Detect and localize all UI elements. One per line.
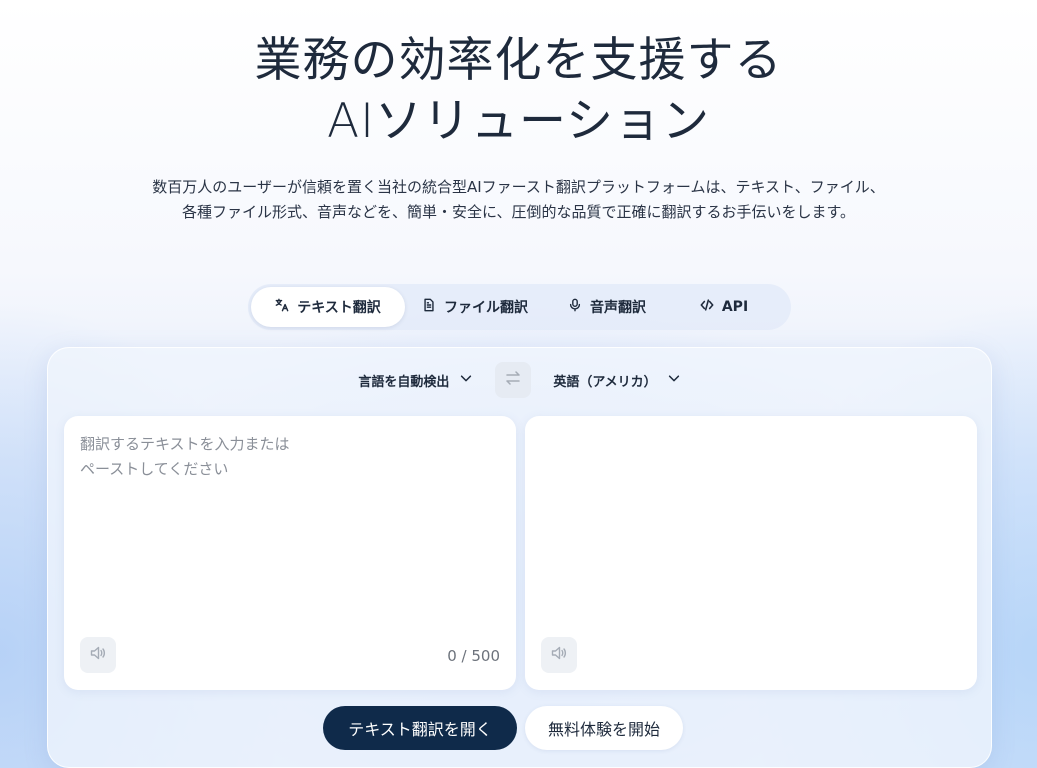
chevron-down-icon — [667, 371, 681, 389]
target-text-box — [525, 416, 977, 690]
hero-title-line2: AIソリューション — [326, 94, 711, 149]
hero-title: 業務の効率化を支援する AIソリューション — [0, 30, 1037, 152]
tab-file-translation[interactable]: ファイル翻訳 — [405, 287, 545, 327]
tab-api-label: API — [721, 299, 749, 315]
hero-title-line1: 業務の効率化を支援する — [254, 33, 783, 88]
target-language-select[interactable]: 英語（アメリカ） — [541, 362, 692, 398]
source-language-select[interactable]: 言語を自動検出 — [346, 362, 485, 398]
character-counter: 0 / 500 — [447, 647, 500, 665]
source-text-box: 0 / 500 — [64, 416, 516, 690]
source-text-input[interactable] — [80, 432, 500, 632]
chevron-down-icon — [459, 371, 473, 389]
tab-file-translation-label: ファイル翻訳 — [444, 300, 528, 316]
hero-description-line2: 各種ファイル形式、音声などを、簡単・安全に、圧倒的な品質で正確に翻訳するお手伝い… — [181, 203, 856, 221]
language-bar: 言語を自動検出 英語（アメリカ） — [48, 362, 991, 398]
translator-panel: 言語を自動検出 英語（アメリカ） 翻訳するテキストを入力または ペーストしてくだ… — [47, 347, 992, 768]
hero-description: 数百万人のユーザーが信頼を置く当社の統合型AIファースト翻訳プラットフォームは、… — [0, 175, 1037, 225]
speaker-icon — [89, 644, 107, 666]
swap-arrows-icon — [504, 369, 522, 391]
tab-voice-translation[interactable]: 音声翻訳 — [545, 287, 669, 327]
tab-text-translation-label: テキスト翻訳 — [297, 300, 381, 316]
translation-mode-tabs: テキスト翻訳 ファイル翻訳 音声翻訳 API — [248, 284, 791, 330]
target-language-label: 英語（アメリカ） — [553, 374, 657, 390]
hero-description-line1: 数百万人のユーザーが信頼を置く当社の統合型AIファースト翻訳プラットフォームは、… — [152, 178, 885, 196]
tab-api[interactable]: API — [669, 287, 779, 327]
tab-voice-translation-label: 音声翻訳 — [590, 300, 646, 316]
source-speak-button[interactable] — [80, 637, 116, 673]
translate-icon — [275, 298, 289, 316]
microphone-icon — [568, 298, 582, 316]
swap-languages-button[interactable] — [495, 362, 532, 398]
start-free-trial-button[interactable]: 無料体験を開始 — [525, 706, 683, 750]
source-language-label: 言語を自動検出 — [358, 374, 450, 390]
tab-text-translation[interactable]: テキスト翻訳 — [251, 287, 405, 327]
target-speak-button[interactable] — [541, 637, 577, 673]
open-text-translation-button[interactable]: テキスト翻訳を開く — [323, 706, 517, 750]
code-icon — [700, 298, 714, 316]
document-icon — [422, 298, 436, 316]
speaker-icon — [550, 644, 568, 666]
